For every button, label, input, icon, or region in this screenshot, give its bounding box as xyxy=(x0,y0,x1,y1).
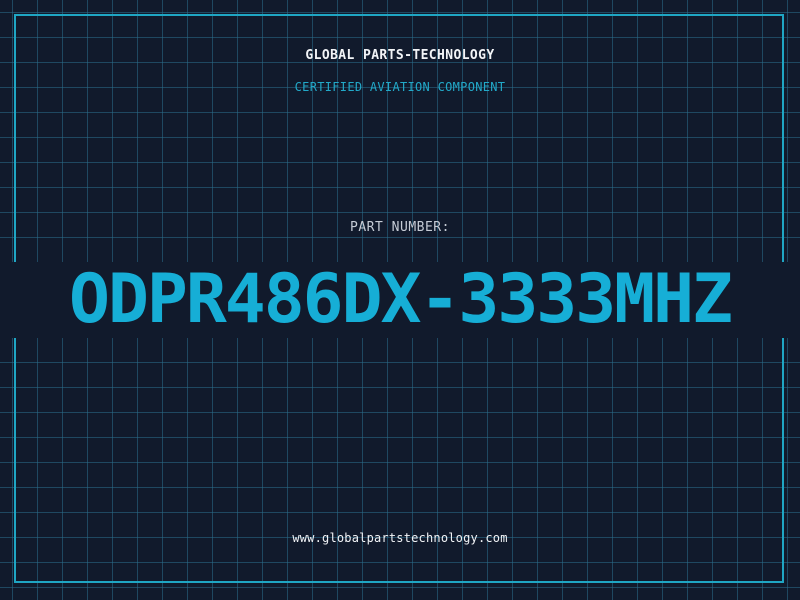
part-number-value: ODPR486DX-3333MHZ xyxy=(69,260,733,339)
website-link[interactable]: www.globalpartstechnology.com xyxy=(0,531,800,545)
part-number-label: PART NUMBER: xyxy=(350,220,450,235)
certificate-screen: GLOBAL PARTS-TECHNOLOGY CERTIFIED AVIATI… xyxy=(0,0,800,600)
brand-name: GLOBAL PARTS-TECHNOLOGY xyxy=(305,48,495,63)
certification-subtitle: CERTIFIED AVIATION COMPONENT xyxy=(294,80,506,94)
